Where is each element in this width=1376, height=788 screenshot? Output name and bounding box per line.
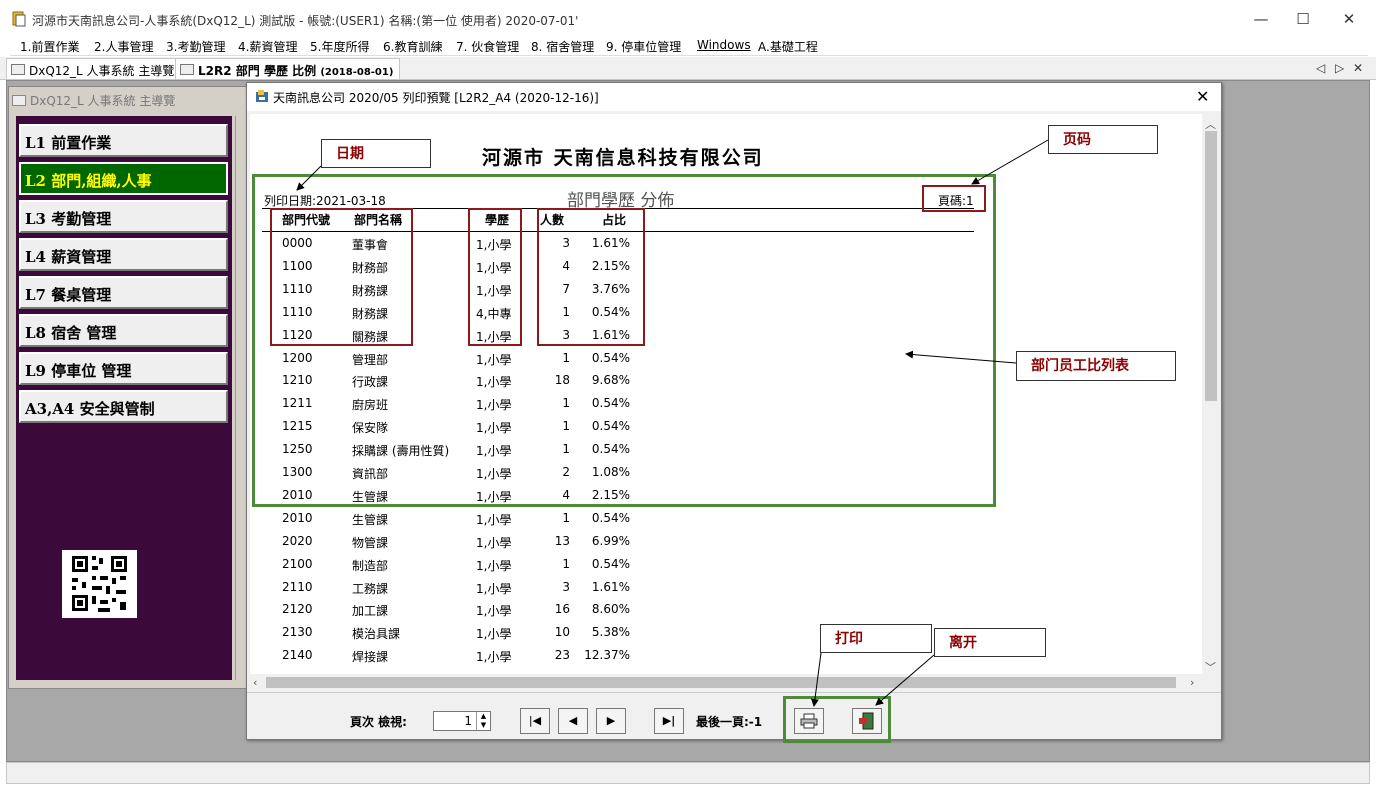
tab-extra: (2018-08-01)	[320, 67, 394, 78]
scroll-left-arrow-icon[interactable]: ‹	[253, 676, 257, 689]
annotation-page-label: 页码	[1048, 125, 1158, 154]
cell-count: 1	[562, 556, 570, 571]
cell-name: 模治具課	[352, 627, 401, 642]
menu-item-training[interactable]: 6.教育訓練	[383, 38, 442, 55]
cell-count: 3	[562, 579, 570, 594]
tab-label: DxQ12_L 人事系統 主導覽	[29, 64, 175, 78]
horizontal-scroll-thumb[interactable]	[266, 677, 1176, 688]
menu-bar: 1.前置作業 2.人事管理 3.考勤管理 4.薪資管理 5.年度所得 6.教育訓…	[10, 36, 1368, 56]
tab-report[interactable]: L2R2 部門 學歷 比例 (2018-08-01)	[175, 58, 401, 79]
cell-ratio: 6.99%	[591, 533, 630, 548]
preview-app-icon	[256, 90, 268, 102]
annotation-buttons-frame	[783, 696, 891, 743]
annotation-exit-label: 离开	[934, 628, 1046, 657]
menu-item-hr[interactable]: 2.人事管理	[94, 38, 153, 55]
cell-count: 16	[554, 602, 570, 617]
cell-name: 物管課	[352, 535, 389, 550]
cell-ratio: 1.61%	[591, 579, 630, 594]
cell-code: 2120	[282, 602, 313, 617]
window-icon	[180, 64, 194, 75]
cell-edu: 1,小學	[476, 627, 512, 642]
menu-item-attendance[interactable]: 3.考勤管理	[166, 38, 225, 55]
tab-label: L2R2 部門 學歷 比例	[198, 64, 317, 78]
tab-prev-button[interactable]: ◁	[1316, 61, 1325, 75]
cell-edu: 1,小學	[476, 558, 512, 573]
cell-code: 2100	[282, 556, 313, 571]
window-icon	[11, 64, 25, 75]
annotation-count-frame	[537, 208, 645, 346]
last-page-label: 最後一頁:-1	[696, 715, 763, 729]
cell-name: 制造部	[352, 558, 389, 573]
menu-item-setup[interactable]: 1.前置作業	[20, 38, 79, 55]
cell-count: 23	[554, 648, 570, 663]
cell-ratio: 0.54%	[591, 510, 630, 525]
tab-close-button[interactable]: ✕	[1353, 61, 1363, 75]
window-icon	[12, 95, 26, 106]
tab-main-nav[interactable]: DxQ12_L 人事系統 主導覽	[6, 58, 182, 79]
tab-next-button[interactable]: ▷	[1335, 61, 1344, 75]
annotation-list-label: 部门员工比列表	[1016, 351, 1176, 381]
menu-item-income[interactable]: 5.年度所得	[310, 38, 369, 55]
page-number-value: 1	[464, 714, 472, 728]
last-page-button[interactable]: ▶|	[654, 708, 684, 734]
cell-code: 2110	[282, 579, 313, 594]
cell-name: 焊接課	[352, 650, 389, 665]
menu-item-parking[interactable]: 9. 停車位管理	[606, 38, 681, 55]
annotation-date-label: 日期	[321, 139, 431, 168]
status-bar	[6, 762, 1370, 784]
cell-code: 2020	[282, 533, 313, 548]
tab-bar: DxQ12_L 人事系統 主導覽 L2R2 部門 學歷 比例 (2018-08-…	[0, 57, 1376, 80]
cell-code: 2010	[282, 510, 313, 525]
prev-page-button[interactable]: ◀	[558, 708, 588, 734]
close-button[interactable]: ✕	[1326, 0, 1372, 38]
maximize-button[interactable]: ☐	[1280, 0, 1326, 38]
annotation-page-frame	[922, 185, 986, 212]
cell-name: 加工課	[352, 604, 389, 619]
cell-count: 1	[562, 510, 570, 525]
menu-item-meals[interactable]: 7. 伙食管理	[456, 38, 519, 55]
page-spinner-icon[interactable]: ▲ ▼	[476, 712, 490, 730]
page-number-input[interactable]: 1 ▲ ▼	[433, 711, 491, 731]
annotation-dept-frame	[270, 208, 413, 346]
menu-item-salary[interactable]: 4.薪資管理	[238, 38, 297, 55]
cell-name: 生管課	[352, 512, 389, 527]
cell-code: 2130	[282, 625, 313, 640]
cell-ratio: 12.37%	[584, 648, 630, 663]
cell-count: 10	[554, 625, 570, 640]
cell-ratio: 8.60%	[591, 602, 630, 617]
window-title: 河源市天南訊息公司-人事系統(DxQ12_L) 測試版 - 帳號:(USER1)…	[32, 14, 579, 28]
annotation-print-label: 打印	[820, 624, 932, 653]
cell-edu: 1,小學	[476, 650, 512, 665]
cell-edu: 1,小學	[476, 535, 512, 550]
cell-code: 2140	[282, 648, 313, 663]
first-page-button[interactable]: |◀	[520, 708, 550, 734]
cell-ratio: 0.54%	[591, 556, 630, 571]
menu-item-dorm[interactable]: 8. 宿舍管理	[531, 38, 594, 55]
menu-item-windows[interactable]: Windows	[697, 38, 751, 52]
scroll-right-arrow-icon[interactable]: ›	[1190, 676, 1194, 689]
preview-window-title: 天南訊息公司 2020/05 列印預覽 [L2R2_A4 (2020-12-16…	[273, 91, 599, 105]
cell-ratio: 5.38%	[591, 625, 630, 640]
cell-edu: 1,小學	[476, 581, 512, 596]
minimize-button[interactable]: —	[1238, 0, 1284, 38]
nav-window-title-text: DxQ12_L 人事系統 主導覽	[30, 94, 176, 108]
cell-name: 工務課	[352, 581, 389, 596]
page-view-label: 頁次 檢視:	[350, 715, 407, 729]
app-icon	[12, 11, 26, 27]
nav-window-title: DxQ12_L 人事系統 主導覽	[12, 92, 175, 109]
next-page-button[interactable]: ▶	[596, 708, 626, 734]
preview-close-button[interactable]: ✕	[1196, 87, 1209, 106]
cell-count: 13	[554, 533, 570, 548]
menu-item-base[interactable]: A.基礎工程	[758, 38, 818, 55]
cell-edu: 1,小學	[476, 604, 512, 619]
cell-edu: 1,小學	[476, 512, 512, 527]
annotation-edu-frame	[468, 208, 522, 346]
